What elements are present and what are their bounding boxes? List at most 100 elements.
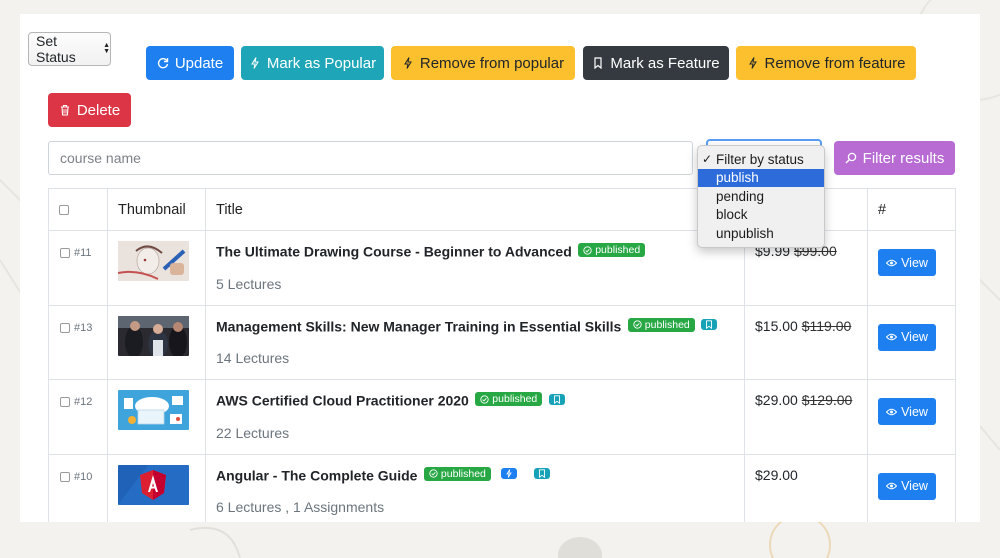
- course-id: #12: [74, 396, 93, 409]
- search-icon: [845, 152, 856, 164]
- update-button[interactable]: Update: [146, 46, 234, 80]
- featured-badge: [548, 393, 565, 405]
- table-row: #13 Management Skills: New Manager Train…: [48, 304, 956, 380]
- delete-button[interactable]: Delete: [48, 93, 131, 127]
- view-button[interactable]: View: [878, 323, 936, 351]
- course-meta: 5 Lectures: [216, 275, 282, 292]
- title-cell: The Ultimate Drawing Course - Beginner t…: [205, 230, 745, 306]
- check-circle-icon: [583, 245, 592, 255]
- mark-feature-label: Mark as Feature: [610, 54, 720, 72]
- remove-popular-button[interactable]: Remove from popular: [391, 46, 575, 80]
- row-select-cell: #13: [48, 304, 108, 380]
- remove-feature-label: Remove from feature: [764, 54, 906, 72]
- eye-icon: [886, 482, 898, 490]
- row-select-cell: #12: [48, 379, 108, 455]
- title-cell: Angular - The Complete Guide published 6…: [205, 453, 745, 522]
- row-select-cell: #11: [48, 230, 108, 306]
- course-thumbnail[interactable]: [118, 464, 189, 505]
- bookmark-icon: [538, 469, 545, 478]
- filter-option-default[interactable]: Filter by status: [698, 150, 824, 169]
- table-row: #12 AWS Certified Cloud Practitioner 202…: [48, 379, 956, 455]
- row-checkbox[interactable]: [60, 471, 70, 482]
- bolt-icon: [748, 57, 757, 69]
- price: $15.00: [755, 317, 798, 334]
- price: $29.00: [755, 392, 798, 408]
- filter-option-publish[interactable]: publish: [698, 168, 824, 187]
- filter-option-block[interactable]: block: [698, 206, 824, 225]
- course-thumbnail[interactable]: [118, 241, 189, 281]
- bolt-icon: [506, 469, 513, 478]
- action-header: #: [867, 188, 956, 231]
- filter-status-dropdown: Filter by status publish pending block u…: [697, 145, 825, 248]
- course-id: #11: [74, 247, 92, 260]
- title-header: Title: [205, 188, 745, 231]
- featured-badge: [533, 468, 550, 479]
- row-checkbox[interactable]: [60, 322, 70, 333]
- old-price: $119.00: [801, 317, 852, 334]
- bookmark-icon: [553, 394, 560, 404]
- select-all-checkbox[interactable]: [59, 204, 69, 215]
- view-button[interactable]: View: [878, 472, 936, 500]
- trash-icon: [60, 104, 69, 116]
- table-row: #10 Angular - The Complete Guide publish…: [48, 453, 956, 522]
- remove-popular-label: Remove from popular: [419, 54, 565, 72]
- status-badge: published: [475, 392, 543, 406]
- course-meta: 6 Lectures , 1 Assignments: [216, 499, 385, 515]
- price-cell: $29.00 $129.00: [744, 379, 868, 455]
- status-badge: published: [578, 243, 646, 257]
- eye-icon: [886, 259, 898, 266]
- course-title[interactable]: AWS Certified Cloud Practitioner 2020: [216, 393, 469, 409]
- thumbnail-header: Thumbnail: [107, 188, 206, 231]
- status-badge: published: [423, 466, 491, 481]
- filter-results-button[interactable]: Filter results: [834, 141, 955, 175]
- filter-option-unpublish[interactable]: unpublish: [698, 224, 824, 243]
- filter-option-pending[interactable]: pending: [698, 187, 824, 206]
- action-cell: View: [867, 379, 956, 455]
- title-cell: AWS Certified Cloud Practitioner 2020 pu…: [205, 379, 745, 455]
- refresh-icon: [157, 58, 169, 69]
- delete-label: Delete: [76, 101, 121, 119]
- eye-icon: [886, 333, 898, 341]
- course-meta: 14 Lectures: [216, 350, 290, 366]
- price: $29.00: [755, 466, 798, 483]
- course-thumbnail[interactable]: [118, 390, 189, 430]
- row-checkbox[interactable]: [60, 397, 70, 408]
- row-checkbox[interactable]: [60, 248, 70, 259]
- bolt-icon: [403, 57, 412, 69]
- set-status-label: Set Status: [36, 33, 76, 65]
- filter-results-label: Filter results: [862, 149, 945, 167]
- bookmark-icon: [706, 320, 713, 329]
- bookmark-icon: [594, 57, 602, 69]
- check-circle-icon: [633, 320, 642, 329]
- remove-feature-button[interactable]: Remove from feature: [736, 46, 916, 80]
- course-id: #13: [74, 321, 93, 334]
- action-cell: View: [867, 304, 956, 380]
- action-cell: View: [867, 453, 956, 522]
- eye-icon: [886, 408, 898, 415]
- select-all-header: [48, 188, 108, 231]
- mark-popular-label: Mark as Popular: [266, 54, 377, 72]
- thumbnail-cell: [107, 230, 206, 306]
- price-cell: $15.00 $119.00: [744, 304, 868, 380]
- mark-feature-button[interactable]: Mark as Feature: [583, 46, 729, 80]
- course-meta: 22 Lectures: [216, 424, 290, 441]
- view-button[interactable]: View: [878, 398, 936, 425]
- title-cell: Management Skills: New Manager Training …: [205, 304, 745, 380]
- course-name-search-input[interactable]: [48, 141, 693, 175]
- set-status-select[interactable]: Set Status ▲ ▼: [28, 32, 111, 66]
- featured-badge: [701, 319, 718, 330]
- old-price: $129.00: [801, 392, 853, 408]
- check-circle-icon: [429, 469, 438, 478]
- course-title[interactable]: The Ultimate Drawing Course - Beginner t…: [216, 244, 572, 260]
- update-label: Update: [174, 54, 224, 72]
- price-cell: $29.00: [744, 453, 868, 522]
- course-title[interactable]: Management Skills: New Manager Training …: [216, 318, 621, 334]
- popular-badge: [501, 468, 518, 479]
- course-title[interactable]: Angular - The Complete Guide: [216, 467, 417, 483]
- row-select-cell: #10: [48, 453, 108, 522]
- mark-popular-button[interactable]: Mark as Popular: [241, 46, 384, 80]
- courses-panel: Set Status ▲ ▼ Update Mark as Popular Rem…: [20, 14, 980, 522]
- thumbnail-cell: [107, 453, 206, 522]
- view-button[interactable]: View: [878, 249, 936, 276]
- course-thumbnail[interactable]: [118, 315, 189, 356]
